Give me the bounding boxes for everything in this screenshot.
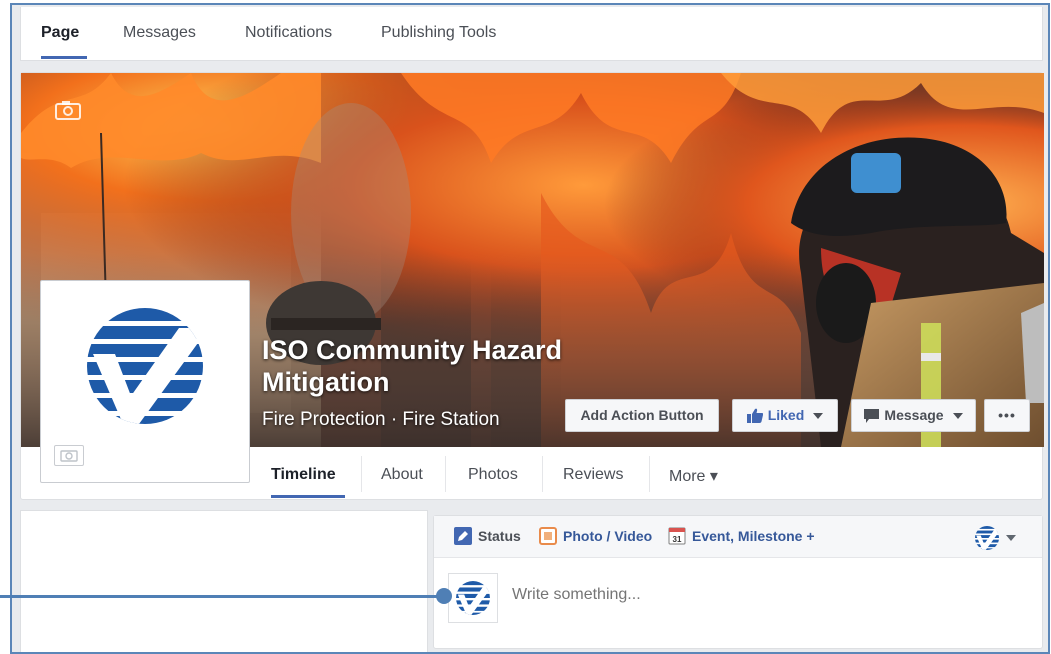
post-composer: Status Photo / Video 31 Event, Milestone… — [433, 515, 1043, 649]
more-options-icon: ••• — [998, 407, 1016, 423]
nav-divider — [649, 456, 650, 492]
add-action-button[interactable]: Add Action Button — [565, 399, 719, 432]
iso-logo-icon — [975, 526, 999, 550]
iso-logo-icon — [87, 308, 203, 429]
calendar-icon: 31 — [668, 527, 686, 545]
page-title[interactable]: ISO Community Hazard Mitigation — [262, 334, 582, 398]
tab-notifications[interactable]: Notifications — [245, 24, 332, 42]
left-column — [20, 510, 428, 652]
add-action-label: Add Action Button — [580, 407, 704, 423]
composer-tab-label: Event, Milestone + — [692, 528, 815, 544]
nav-divider — [542, 456, 543, 492]
composer-tab-photo-video[interactable]: Photo / Video — [539, 527, 652, 545]
tab-publishing-tools[interactable]: Publishing Tools — [381, 24, 496, 42]
pencil-icon — [454, 527, 472, 545]
composer-tab-event[interactable]: 31 Event, Milestone + — [668, 527, 815, 545]
camera-icon[interactable] — [54, 445, 84, 466]
page-category[interactable]: Fire Protection · Fire Station — [262, 409, 500, 431]
callout-line — [0, 595, 442, 598]
tab-page[interactable]: Page — [41, 24, 79, 42]
tab-reviews[interactable]: Reviews — [563, 466, 623, 484]
page-frame: Page Messages Notifications Publishing T… — [10, 3, 1050, 654]
tab-about[interactable]: About — [381, 466, 423, 484]
tab-timeline[interactable]: Timeline — [271, 466, 336, 484]
active-tab-indicator — [271, 495, 345, 498]
chevron-down-icon — [813, 412, 824, 419]
avatar — [448, 573, 498, 623]
message-icon — [864, 408, 880, 423]
tab-messages[interactable]: Messages — [123, 24, 196, 42]
admin-tab-bar: Page Messages Notifications Publishing T… — [20, 7, 1043, 61]
cover-card: ISO Community Hazard Mitigation Fire Pro… — [20, 72, 1044, 500]
photo-icon — [539, 527, 557, 545]
liked-label: Liked — [767, 407, 805, 423]
calendar-day: 31 — [673, 535, 682, 544]
nav-divider — [361, 456, 362, 492]
composer-tab-status[interactable]: Status — [454, 527, 521, 545]
composer-tab-label: Status — [478, 528, 521, 544]
profile-picture[interactable] — [40, 280, 250, 483]
nav-divider — [445, 456, 446, 492]
liked-button[interactable]: Liked — [732, 399, 838, 432]
active-tab-indicator — [41, 56, 87, 59]
camera-icon[interactable] — [55, 100, 81, 120]
write-something-input[interactable] — [512, 586, 912, 604]
more-options-button[interactable]: ••• — [984, 399, 1030, 432]
callout-dot — [436, 588, 452, 604]
tab-photos[interactable]: Photos — [468, 466, 518, 484]
post-as-selector[interactable] — [975, 526, 1016, 550]
message-button[interactable]: Message — [851, 399, 976, 432]
chevron-down-icon — [1006, 535, 1016, 541]
tab-more[interactable]: More ▾ — [669, 466, 718, 486]
chevron-down-icon — [952, 412, 963, 419]
message-label: Message — [884, 407, 944, 423]
thumbs-up-icon — [746, 408, 763, 423]
composer-tab-label: Photo / Video — [563, 528, 653, 544]
composer-tabs: Status Photo / Video 31 Event, Milestone… — [434, 516, 1042, 558]
